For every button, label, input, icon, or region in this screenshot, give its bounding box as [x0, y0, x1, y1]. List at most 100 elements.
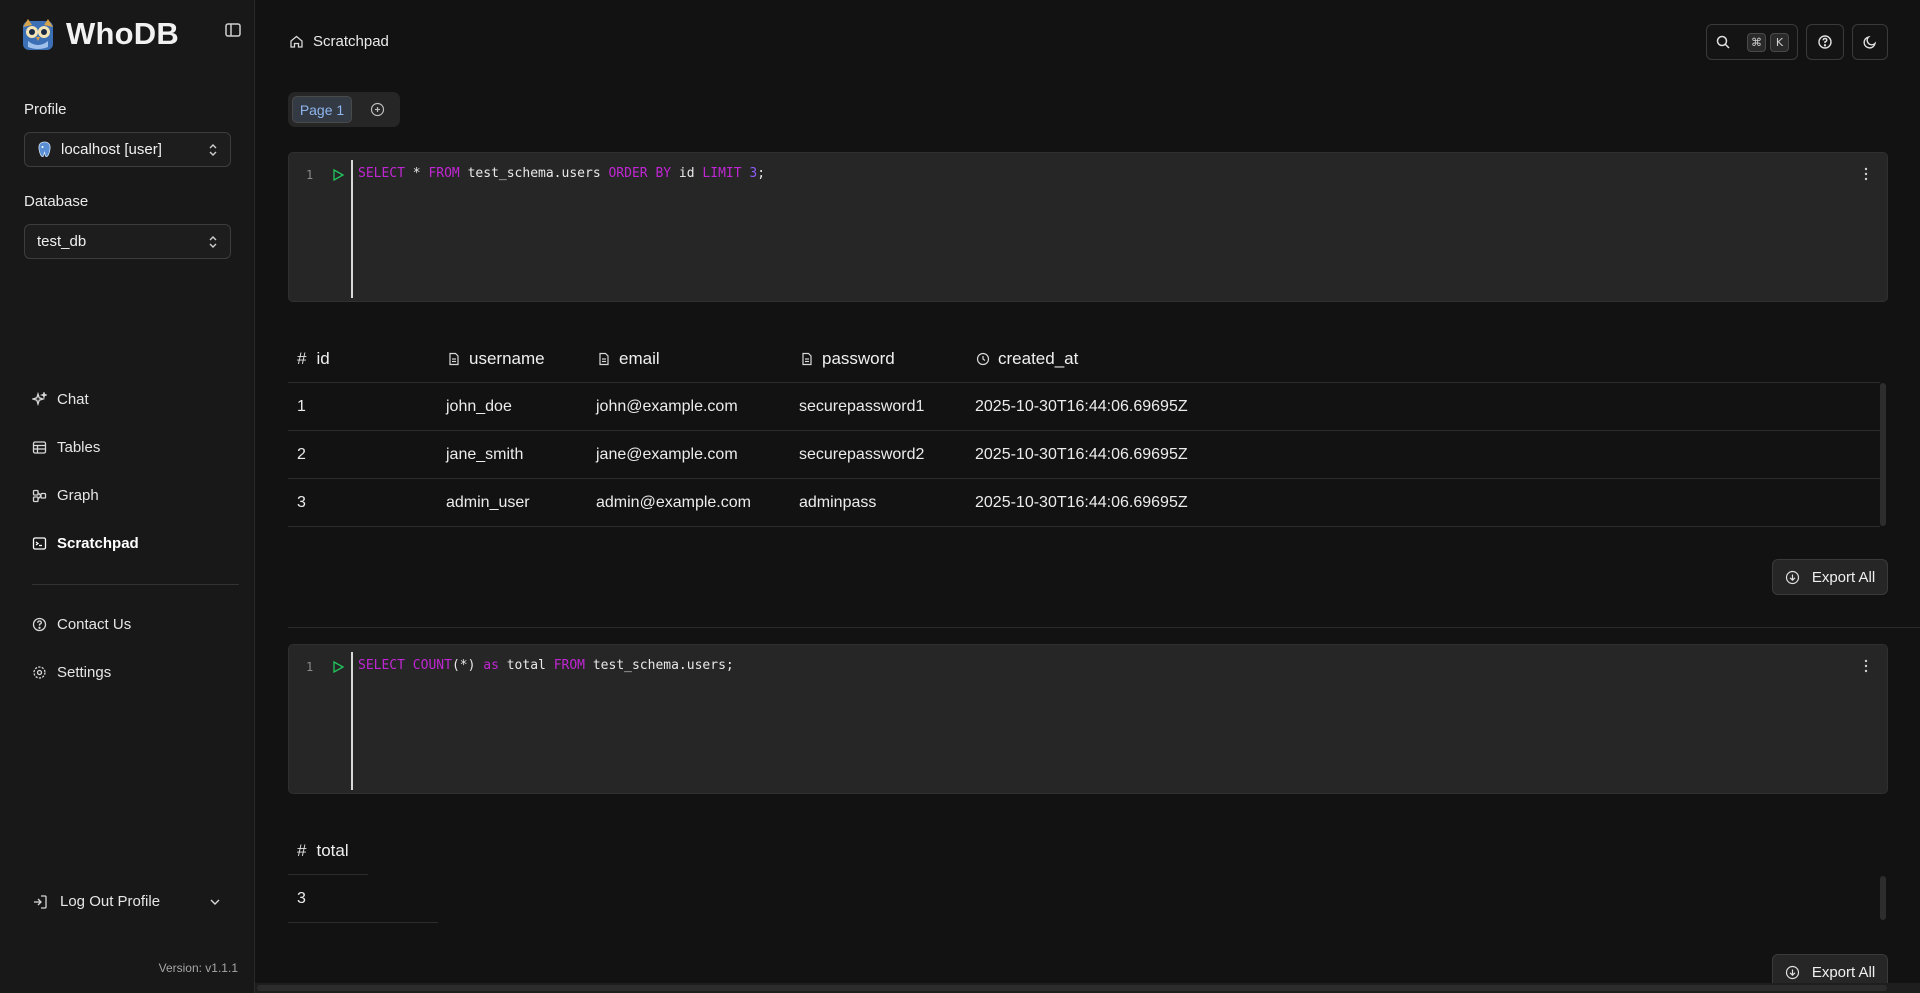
graph-icon	[32, 489, 47, 503]
help-icon	[32, 617, 47, 632]
cell-email[interactable]: admin@example.com	[596, 479, 751, 527]
logout-label: Log Out Profile	[60, 893, 161, 910]
column-name: password	[822, 348, 895, 368]
clock-icon	[976, 352, 990, 365]
cell-password[interactable]: securepassword1	[799, 383, 924, 431]
vertical-scrollbar[interactable]	[1880, 876, 1886, 920]
cell-email[interactable]: john@example.com	[596, 383, 738, 431]
horizontal-scrollbar-thumb[interactable]	[257, 985, 1887, 991]
cell-username[interactable]: john_doe	[446, 383, 512, 431]
editor-cursor	[351, 652, 353, 790]
cell-menu-icon[interactable]	[1863, 658, 1869, 674]
download-icon	[1785, 570, 1799, 584]
cell-created-at[interactable]: 2025-10-30T16:44:06.69695Z	[975, 479, 1188, 527]
sql-text: ;	[757, 166, 766, 181]
query-editor-1[interactable]: 1 SELECT * FROM test_schema.users ORDER …	[288, 152, 1888, 302]
database-select[interactable]: test_db	[24, 224, 231, 259]
profile-select[interactable]: localhost [user]	[24, 132, 231, 167]
table-row[interactable]: 3	[288, 875, 438, 923]
cell-email[interactable]: jane@example.com	[596, 431, 738, 479]
run-query-icon[interactable]	[332, 168, 345, 182]
cell-id[interactable]: 2	[297, 431, 306, 479]
download-icon	[1785, 965, 1799, 979]
cell-id[interactable]: 1	[297, 383, 306, 431]
sidebar-item-graph[interactable]: Graph	[32, 487, 99, 504]
database-select-value: test_db	[37, 233, 87, 250]
sql-text: test_schema.users;	[585, 658, 734, 673]
column-header-created-at[interactable]: created_at	[976, 334, 1078, 383]
tab-page-1[interactable]: Page 1	[292, 96, 352, 123]
kbd-cmd: ⌘	[1747, 32, 1766, 52]
query-editor-2[interactable]: 1 SELECT COUNT(*) as total FROM test_sch…	[288, 644, 1888, 794]
sidebar: WhoDB Profile localhost [user] Database …	[0, 0, 255, 993]
logout-profile-button[interactable]: Log Out Profile	[32, 893, 222, 910]
cell-password[interactable]: adminpass	[799, 479, 876, 527]
sidebar-item-settings[interactable]: Settings	[32, 664, 111, 681]
result-table-2: # total 3	[288, 826, 1888, 923]
column-name: email	[619, 348, 660, 368]
help-button[interactable]	[1806, 24, 1844, 60]
table-icon	[32, 441, 47, 454]
sidebar-toggle-icon[interactable]	[224, 21, 242, 39]
sidebar-item-chat[interactable]: Chat	[32, 391, 89, 408]
cell-password[interactable]: securepassword2	[799, 431, 924, 479]
breadcrumb-current: Scratchpad	[313, 33, 389, 50]
column-header-username[interactable]: username	[447, 334, 545, 383]
hash-icon: #	[297, 840, 307, 860]
cell-username[interactable]: jane_smith	[446, 431, 523, 479]
command-search-button[interactable]: ⌘ K	[1706, 24, 1798, 60]
table-row[interactable]: 2 jane_smith jane@example.com securepass…	[288, 431, 1880, 479]
home-icon[interactable]	[289, 34, 304, 49]
text-file-icon	[449, 352, 459, 365]
profile-select-value: localhost [user]	[61, 141, 162, 158]
kbd-k: K	[1770, 32, 1789, 52]
table-row[interactable]: 1 john_doe john@example.com securepasswo…	[288, 383, 1880, 431]
version-label: Version: v1.1.1	[158, 961, 238, 975]
horizontal-scrollbar[interactable]	[255, 983, 1920, 993]
sql-text: id	[671, 166, 703, 181]
column-name: created_at	[998, 348, 1079, 368]
hash-icon: #	[297, 348, 307, 368]
column-header-id[interactable]: # id	[297, 334, 330, 383]
sidebar-item-label: Graph	[57, 487, 99, 504]
chevron-down-icon[interactable]	[208, 895, 222, 909]
add-page-icon[interactable]	[370, 102, 385, 117]
result-table-1: # id username email password created_at …	[288, 334, 1886, 527]
cell-divider	[288, 627, 1920, 628]
column-header-total[interactable]: # total	[297, 826, 349, 875]
column-header-password[interactable]: password	[800, 334, 895, 383]
sidebar-item-contact-us[interactable]: Contact Us	[32, 616, 131, 633]
cell-username[interactable]: admin_user	[446, 479, 530, 527]
cell-menu-icon[interactable]	[1863, 166, 1869, 182]
cell-id[interactable]: 3	[297, 479, 306, 527]
chevron-updown-icon	[209, 236, 217, 248]
sidebar-item-scratchpad[interactable]: Scratchpad	[32, 535, 139, 552]
sql-keyword: FROM	[553, 658, 586, 673]
sql-keyword: SELECT	[358, 658, 405, 673]
cell-created-at[interactable]: 2025-10-30T16:44:06.69695Z	[975, 431, 1188, 479]
cell-created-at[interactable]: 2025-10-30T16:44:06.69695Z	[975, 383, 1188, 431]
export-all-button[interactable]: Export All	[1772, 559, 1888, 595]
help-icon	[1818, 35, 1832, 49]
sql-keyword: COUNT	[412, 658, 452, 673]
table-row[interactable]: 3 admin_user admin@example.com adminpass…	[288, 479, 1880, 527]
sql-text: (*)	[451, 658, 484, 673]
text-file-icon	[599, 352, 609, 365]
terminal-icon	[32, 537, 47, 550]
vertical-scrollbar[interactable]	[1880, 383, 1886, 526]
query-code[interactable]: SELECT * FROM test_schema.users ORDER BY…	[358, 166, 765, 181]
export-all-label: Export All	[1811, 963, 1876, 981]
theme-toggle-button[interactable]	[1852, 24, 1888, 60]
sidebar-item-label: Chat	[57, 391, 89, 408]
sql-keyword: ORDER BY	[608, 166, 672, 181]
run-query-icon[interactable]	[332, 660, 345, 674]
sidebar-item-label: Tables	[57, 439, 101, 456]
cell-total[interactable]: 3	[297, 875, 306, 923]
text-file-icon	[802, 352, 812, 365]
page-tabs: Page 1	[288, 92, 400, 127]
sidebar-item-tables[interactable]: Tables	[32, 439, 100, 456]
column-header-email[interactable]: email	[597, 334, 660, 383]
query-code[interactable]: SELECT COUNT(*) as total FROM test_schem…	[358, 658, 734, 673]
nav-divider	[32, 584, 239, 585]
